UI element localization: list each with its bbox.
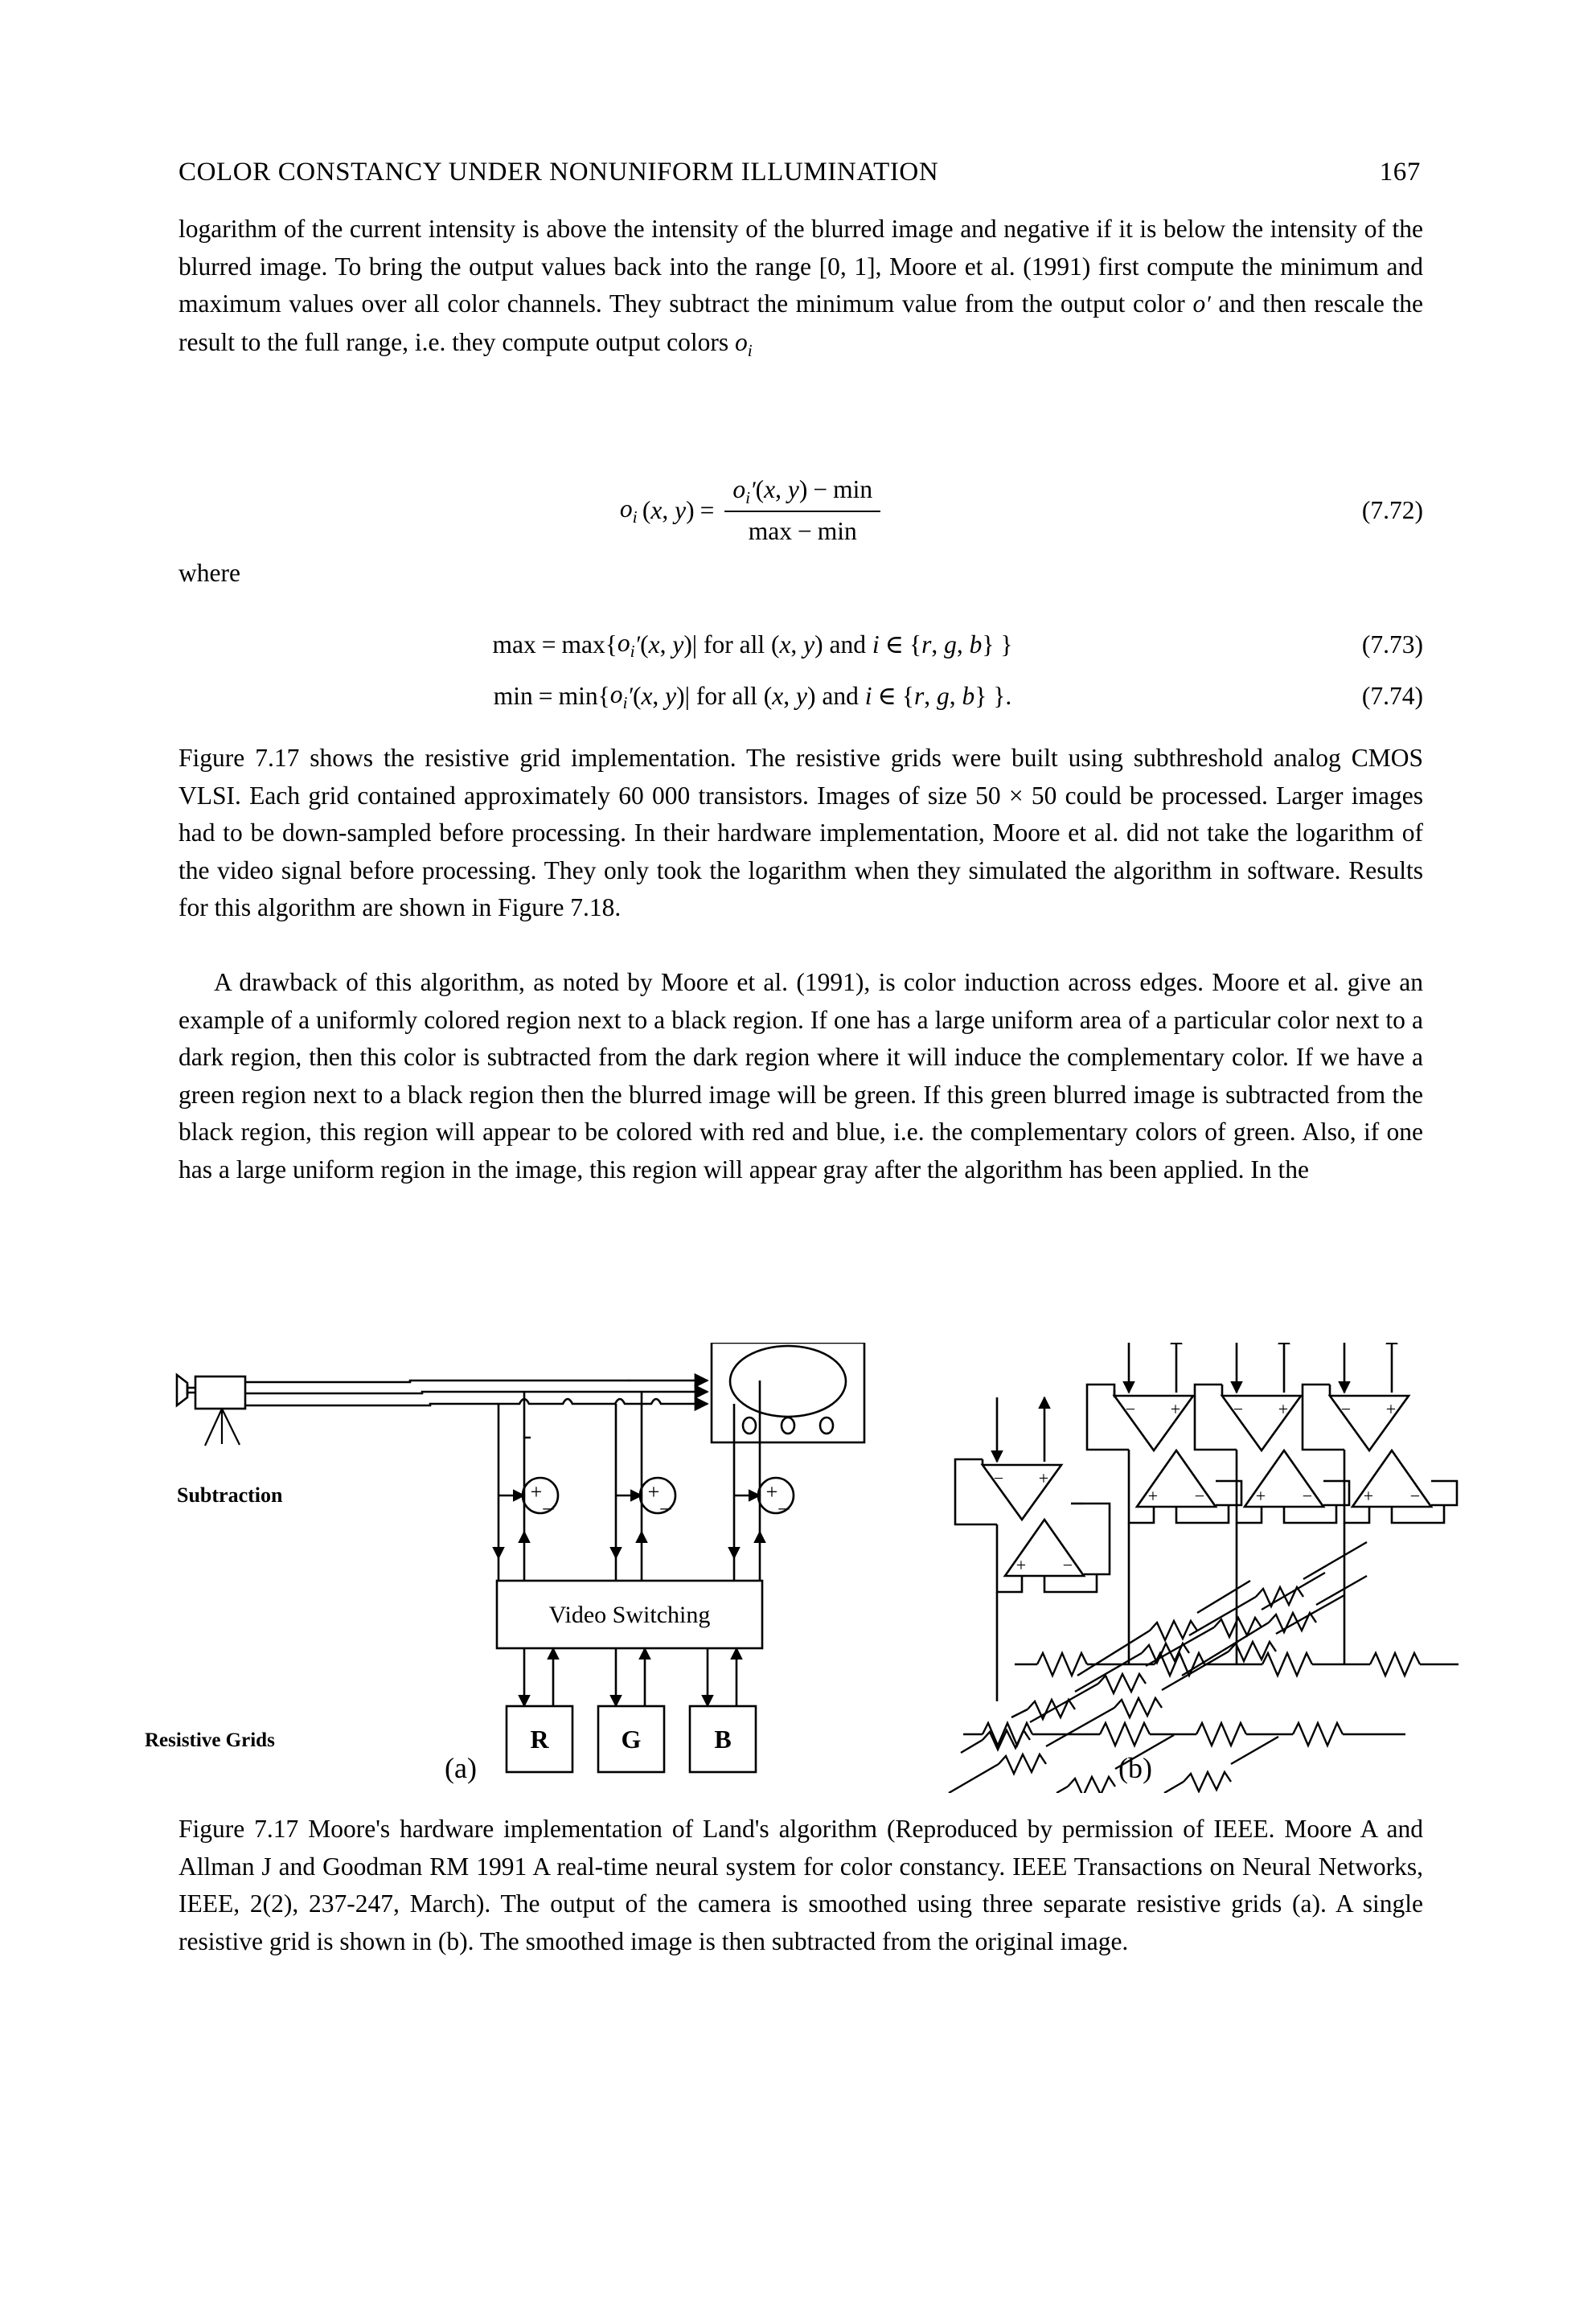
amp1-top-plus: + — [1039, 1468, 1048, 1488]
monitor-knob-3 — [819, 1416, 835, 1435]
adder-r-plus: + — [531, 1480, 543, 1504]
label-subtraction: Subtraction — [177, 1483, 283, 1507]
amp1-bot-minus: − — [1063, 1555, 1073, 1575]
running-head-title: COLOR CONSTANCY UNDER NONUNIFORM ILLUMIN… — [178, 158, 939, 187]
equation-7-72-number: (7.72) — [1361, 496, 1423, 524]
monitor-screen — [728, 1344, 847, 1418]
eq772-denominator: max − min — [748, 517, 857, 546]
equation-7-72-body: oi (x, y) = oi′(x, y) − min max − min — [178, 475, 1327, 547]
figure-7-17: Subtraction Resistive Grids Video Switch… — [145, 1343, 1463, 1793]
document-page: COLOR CONSTANCY UNDER NONUNIFORM ILLUMIN… — [0, 0, 1596, 2318]
where-label: where — [178, 559, 240, 587]
amp2-bot-minus: − — [1195, 1486, 1204, 1506]
label-resistive-grids: Resistive Grids — [145, 1729, 275, 1751]
label-grid-b: B — [714, 1725, 731, 1754]
page-number: 167 — [1379, 158, 1421, 187]
amp3-bot-minus: − — [1303, 1486, 1312, 1506]
amp4-top-minus: − — [1341, 1399, 1351, 1419]
label-video-switching: Video Switching — [549, 1602, 711, 1628]
amp1-bot-plus: + — [1016, 1555, 1026, 1575]
amp2-top-plus: + — [1171, 1399, 1180, 1419]
equation-7-74-number: (7.74) — [1361, 682, 1423, 710]
camera-lens — [175, 1372, 189, 1408]
paragraph-2-block: Figure 7.17 shows the resistive grid imp… — [178, 740, 1423, 927]
eq772-fraction: oi′(x, y) − min max − min — [724, 474, 881, 547]
adder-b-minus: _ — [778, 1488, 790, 1512]
amp-stage-4 — [1301, 1343, 1459, 1664]
eq772-numerator: oi′(x, y) − min — [732, 474, 873, 507]
camera-tripod — [203, 1408, 240, 1446]
figure-7-17-graphic: Subtraction Resistive Grids Video Switch… — [145, 1343, 1459, 1793]
label-grid-g: G — [622, 1725, 642, 1754]
amp2-top-minus: − — [1126, 1399, 1135, 1419]
amp3-top-plus: + — [1278, 1399, 1288, 1419]
camera-body — [194, 1375, 247, 1410]
amp3-bot-plus: + — [1256, 1486, 1266, 1506]
monitor-knob-1 — [741, 1416, 757, 1435]
amp4-top-plus: + — [1386, 1399, 1396, 1419]
adder-r-minus: _ — [543, 1488, 555, 1512]
resistive-grid-row-lower — [963, 1720, 1405, 1749]
equation-7-74-body: min = min{oi ′(x, y)| for all (x, y) and i ∈… — [493, 679, 1012, 712]
equation-7-73-body: max = max{oi ′(x, y)| for all (x, y) and i ∈… — [492, 628, 1013, 661]
resistive-grid-diagonals — [948, 1541, 1368, 1793]
equation-7-73: max = max{oi ′(x, y)| for all (x, y) and i ∈… — [178, 626, 1423, 664]
adder-b-plus: + — [766, 1480, 778, 1504]
amp4-bot-plus: + — [1364, 1486, 1373, 1506]
figure-panel-b-label: (b) — [1118, 1752, 1152, 1784]
paragraph-3: A drawback of this algorithm, as noted b… — [178, 968, 1423, 1184]
adder-g-minus: _ — [660, 1488, 672, 1512]
paragraph-2: Figure 7.17 shows the resistive grid imp… — [178, 744, 1423, 921]
amp4-bot-minus: − — [1410, 1486, 1420, 1506]
label-grid-r: R — [530, 1725, 549, 1754]
adder-g-plus: + — [648, 1480, 660, 1504]
eq772-lhs: oi — [619, 494, 638, 527]
running-head: COLOR CONSTANCY UNDER NONUNIFORM ILLUMIN… — [178, 158, 1421, 187]
figure-panel-a-label: (a) — [445, 1752, 477, 1784]
monitor-knob-2 — [780, 1416, 796, 1435]
equation-7-74: min = min{oi ′(x, y)| for all (x, y) and i ∈… — [178, 677, 1423, 716]
equation-7-72: oi (x, y) = oi′(x, y) − min max − min (7.72) — [178, 466, 1423, 555]
amp-stage-3 — [1193, 1343, 1351, 1664]
paragraph-1: logarithm of the current intensity is ab… — [178, 215, 1424, 360]
amp3-top-minus: − — [1233, 1399, 1243, 1419]
paragraph-3-block: A drawback of this algorithm, as noted b… — [178, 964, 1423, 1188]
equation-7-73-number: (7.73) — [1361, 630, 1423, 658]
paragraph-1-block: logarithm of the current intensity is ab… — [178, 211, 1423, 369]
figure-caption: Figure 7.17 Moore's hardware implementat… — [178, 1815, 1423, 1955]
amp1-top-minus: − — [994, 1468, 1003, 1488]
amp2-bot-plus: + — [1148, 1486, 1158, 1506]
